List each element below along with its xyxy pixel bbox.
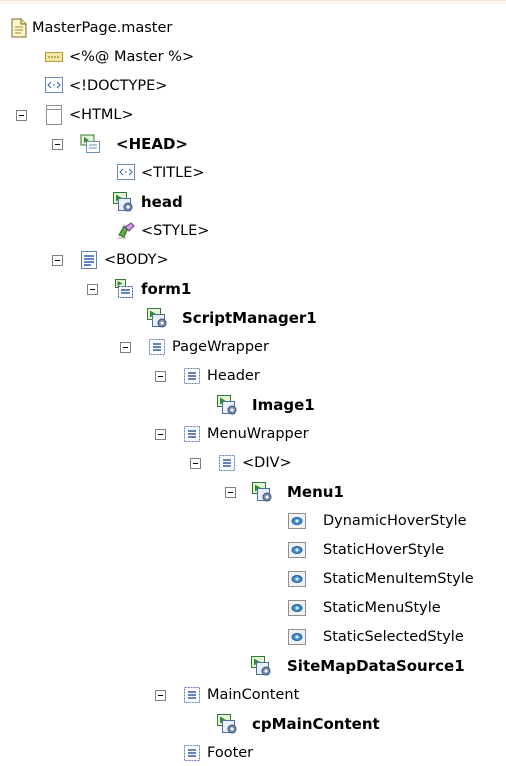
document-outline-tree: MasterPage.master <%@ Master %> <!DOCTYP… [0, 0, 506, 766]
master-file-icon [10, 18, 28, 38]
tree-node-label: <BODY> [104, 252, 169, 268]
style-property-icon [288, 629, 306, 647]
div-icon [218, 454, 236, 472]
tree-node-label: ScriptManager1 [182, 309, 317, 327]
tree-node-label: <DIV> [242, 455, 292, 471]
collapse-toggle[interactable] [225, 487, 236, 498]
tree-node-label: StaticHoverStyle [323, 542, 445, 558]
tree-node-label: <STYLE> [141, 223, 210, 239]
server-control-icon [80, 134, 100, 153]
content-placeholder-icon [217, 395, 237, 415]
collapse-toggle[interactable] [155, 429, 166, 440]
tree-node-label: MainContent [207, 687, 300, 703]
tree-node-label: Header [207, 368, 260, 384]
style-property-icon [288, 542, 306, 560]
style-property-icon [288, 513, 306, 531]
tree-node-label: SiteMapDataSource1 [287, 657, 465, 675]
collapse-toggle[interactable] [16, 110, 27, 121]
collapse-toggle[interactable] [52, 139, 63, 150]
tree-node-label: cpMainContent [252, 715, 380, 733]
tree-node-label: Menu1 [287, 483, 344, 501]
form-icon [115, 279, 133, 298]
tree-node-label: <!DOCTYPE> [69, 78, 168, 94]
tree-node-label: <%@ Master %> [69, 49, 195, 65]
tree-node-label: form1 [141, 280, 192, 298]
tree-node-label: <TITLE> [141, 165, 205, 181]
content-placeholder-icon [217, 714, 237, 734]
tree-node-label: <HTML> [69, 107, 134, 123]
tree-node-label: <HEAD> [116, 135, 188, 153]
tree-node-label: head [141, 193, 183, 211]
collapse-toggle[interactable] [52, 255, 63, 266]
tag-icon [117, 164, 135, 182]
tree-node-label: StaticSelectedStyle [323, 629, 464, 645]
tag-icon [45, 77, 63, 95]
collapse-toggle[interactable] [87, 284, 98, 295]
collapse-toggle[interactable] [190, 458, 201, 469]
tree-node-label: MenuWrapper [207, 426, 309, 442]
div-icon [183, 686, 201, 704]
collapse-toggle[interactable] [155, 371, 166, 382]
tree-node-label: DynamicHoverStyle [323, 513, 467, 529]
div-icon [148, 338, 166, 356]
style-property-icon [288, 571, 306, 589]
style-icon [116, 221, 135, 239]
tree-node-label: Footer [207, 745, 254, 761]
style-property-icon [288, 600, 306, 618]
div-icon [183, 425, 201, 443]
tree-node-label: PageWrapper [172, 339, 269, 355]
collapse-toggle[interactable] [120, 342, 131, 353]
content-placeholder-icon [251, 656, 271, 676]
content-placeholder-icon [147, 308, 167, 328]
content-placeholder-icon [113, 192, 133, 212]
div-icon [183, 367, 201, 385]
body-icon [80, 251, 98, 269]
html-page-icon [45, 105, 63, 125]
collapse-toggle[interactable] [155, 690, 166, 701]
tree-node-label: StaticMenuStyle [323, 600, 441, 616]
directive-icon [45, 51, 63, 69]
tree-node-label: MasterPage.master [32, 20, 173, 36]
content-placeholder-icon [252, 482, 272, 502]
tree-node-label: Image1 [252, 396, 315, 414]
tree-node-label: StaticMenuItemStyle [323, 571, 474, 587]
div-icon [183, 744, 201, 762]
